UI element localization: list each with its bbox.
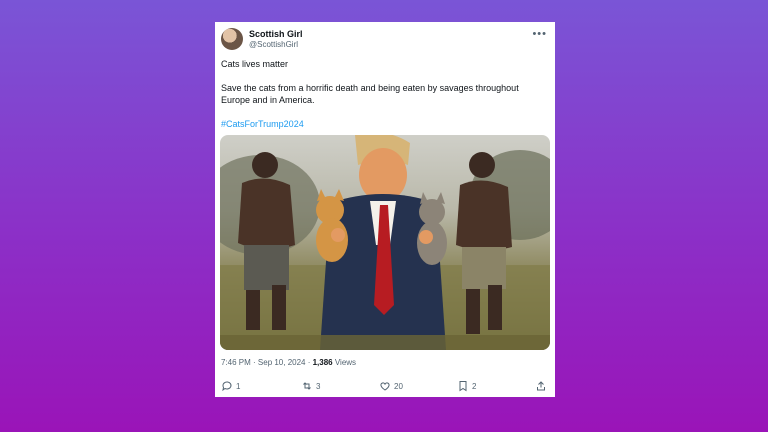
bookmark-count: 2 [472,381,477,391]
tweet-meta: 7:46 PM · Sep 10, 2024 · 1,386 Views [221,358,356,367]
action-bar: 1 3 20 2 [221,380,549,394]
tweet-line-1: Cats lives matter [221,59,289,69]
reply-count: 1 [236,381,241,391]
author-name[interactable]: Scottish Girl [249,29,303,39]
views-label: Views [332,358,357,367]
tweet-line-2: Save the cats from a horrific death and … [221,83,519,105]
like-button[interactable]: 20 [379,380,403,392]
tweet-image[interactable] [220,135,550,350]
repost-icon [303,382,311,390]
tweet-card[interactable]: Scottish Girl @ScottishGirl ••• Cats liv… [215,22,555,397]
repost-count: 3 [316,381,321,391]
like-icon [380,382,390,391]
bookmark-button[interactable]: 2 [457,380,476,392]
tweet-image-illustration [220,135,550,350]
view-count: 1,386 [312,358,333,367]
tweet-header: Scottish Girl @ScottishGirl ••• [221,28,549,52]
more-icon[interactable]: ••• [532,28,547,40]
like-count: 20 [394,381,403,391]
share-button[interactable] [535,380,547,392]
hashtag-link[interactable]: #CatsForTrump2024 [221,118,547,130]
bookmark-icon [459,381,467,392]
reply-button[interactable]: 1 [221,380,240,392]
repost-button[interactable]: 3 [301,380,320,392]
author-handle[interactable]: @ScottishGirl [249,40,298,49]
share-icon [537,381,545,391]
avatar[interactable] [221,28,243,50]
tweet-timestamp[interactable]: 7:46 PM · Sep 10, 2024 · [221,358,313,367]
tweet-text: Cats lives matter Save the cats from a h… [221,58,547,130]
reply-icon [222,381,232,392]
